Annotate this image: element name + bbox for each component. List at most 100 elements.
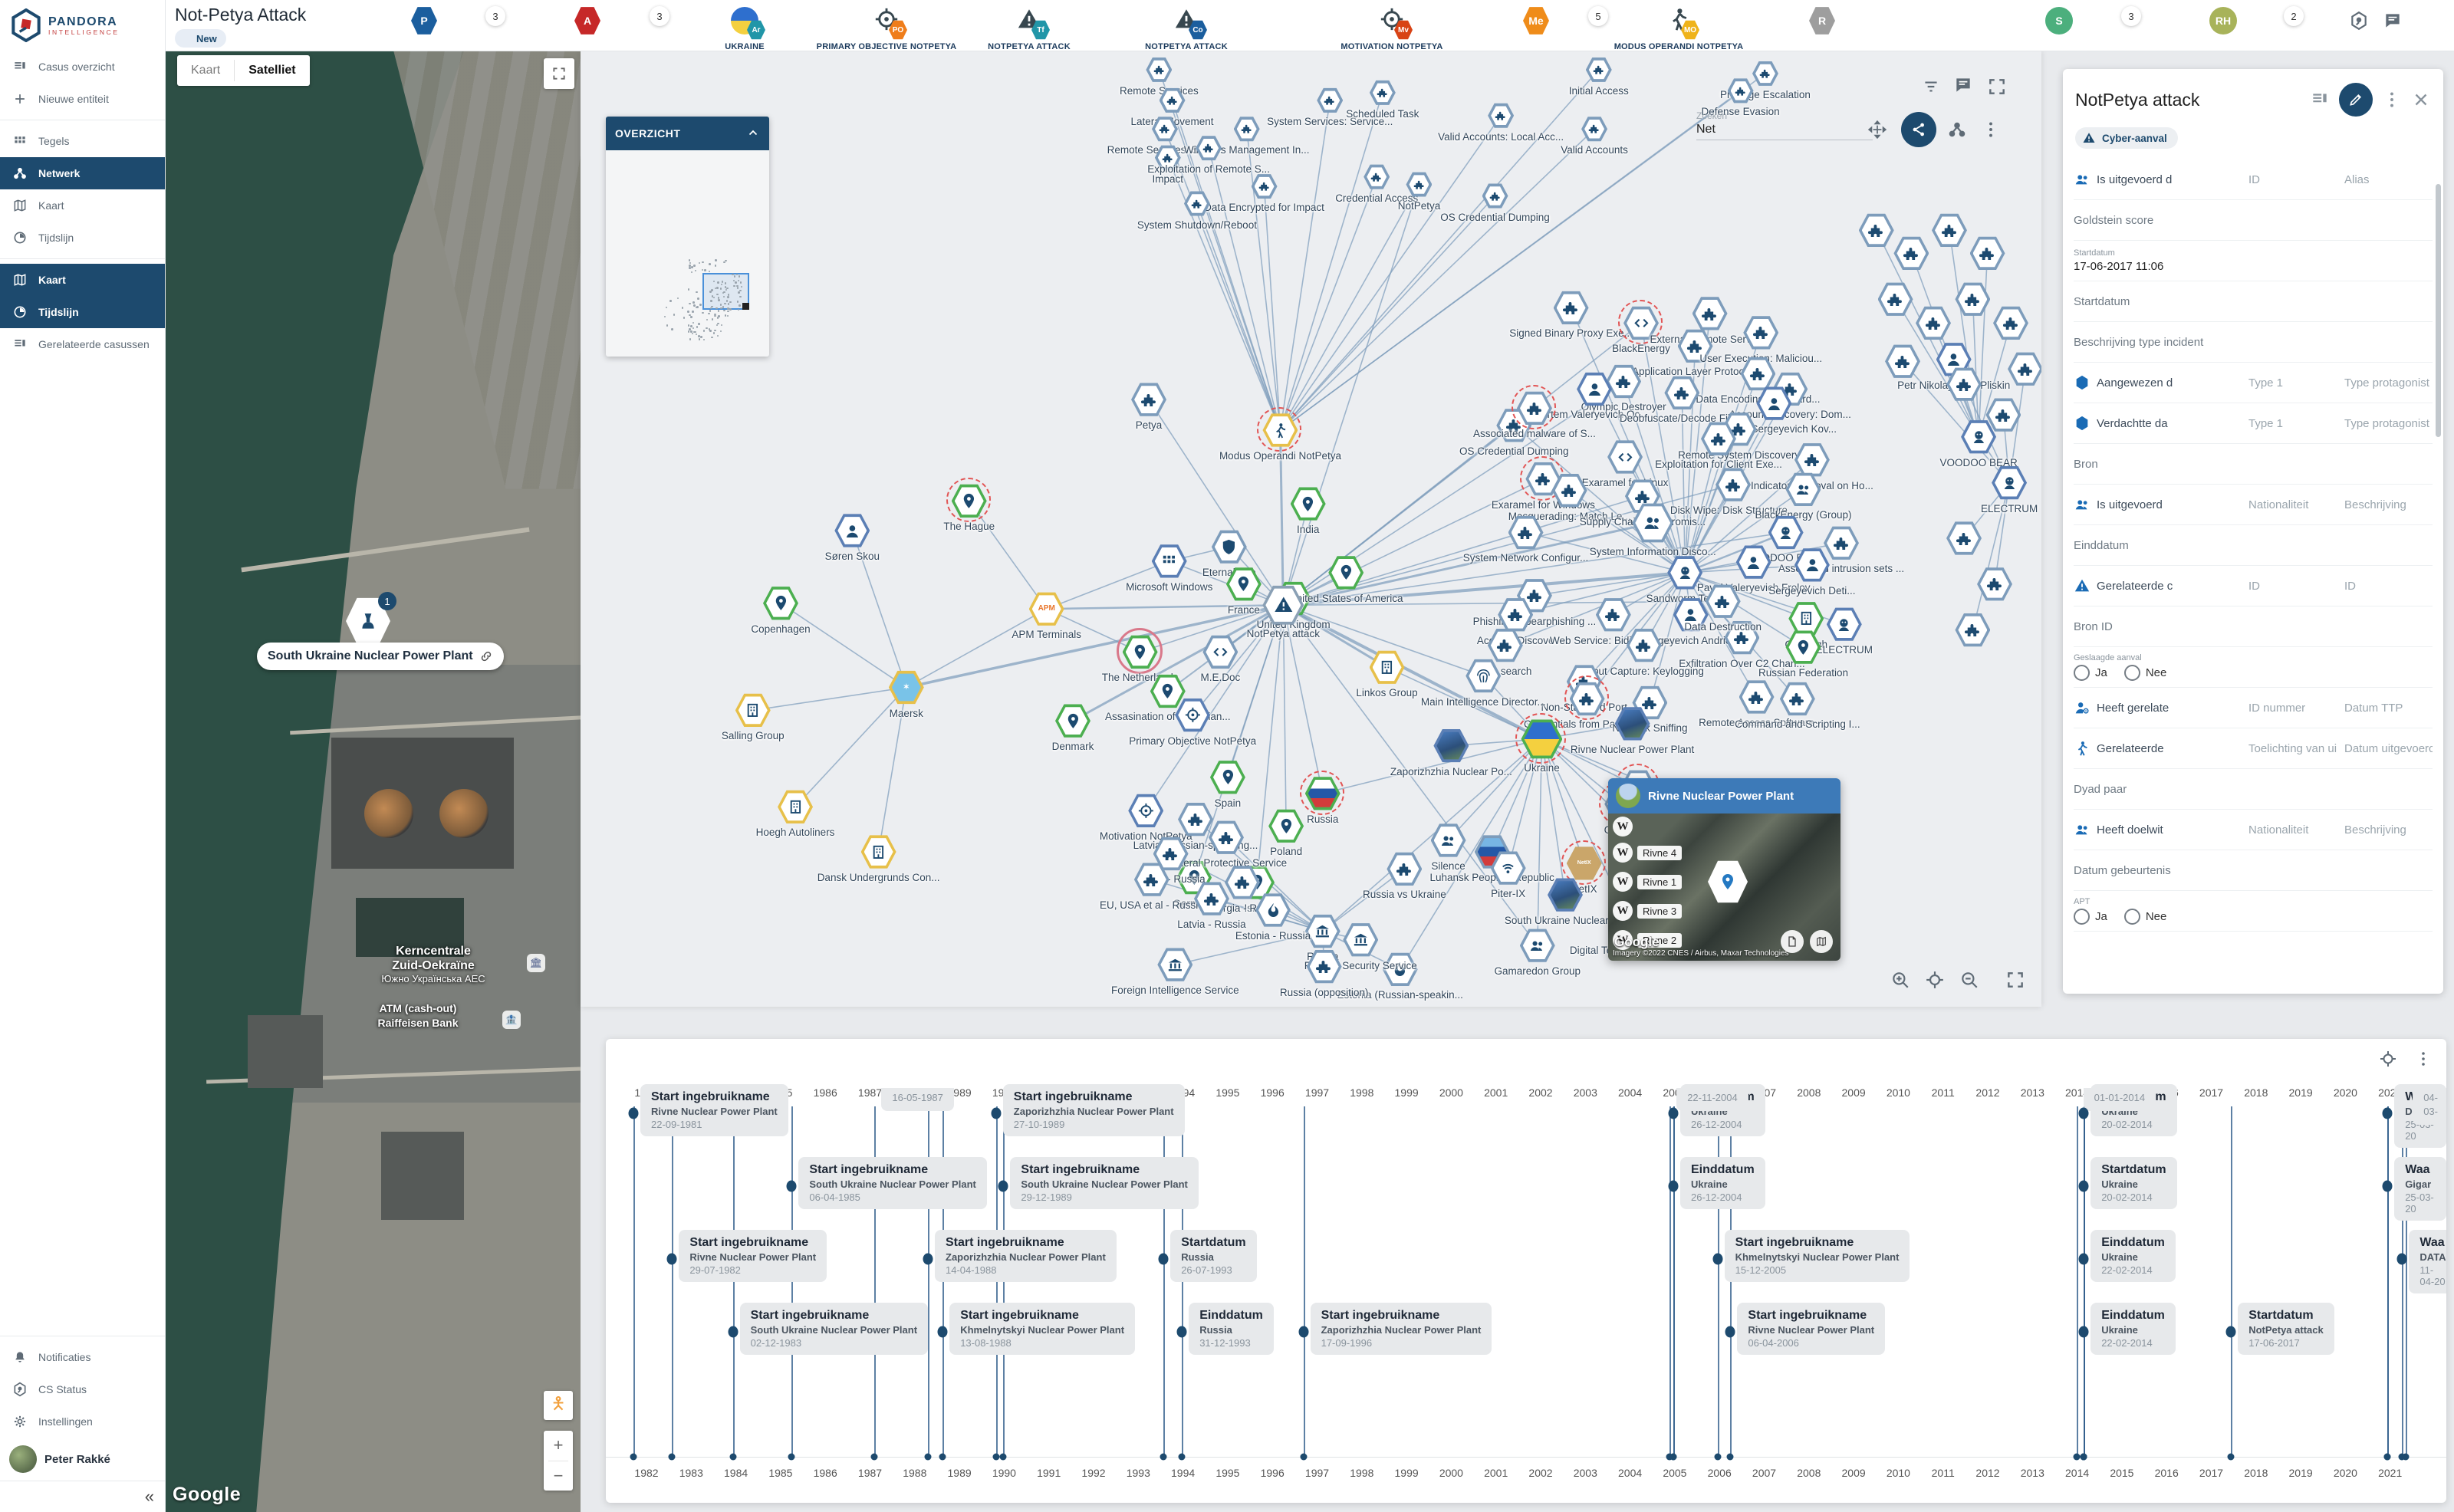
network-node-copenhagen[interactable]: Copenhagen	[763, 586, 798, 621]
network-node[interactable]	[1932, 212, 1967, 248]
network-node-ukraine[interactable]: Ukraine	[1521, 718, 1562, 760]
field-gerelateerde[interactable]: GerelateerdeToelichting van uiDatum uitg…	[2074, 728, 2433, 769]
field-is-uitgevoerd-d[interactable]: Is uitgevoerd dIDAlias	[2074, 159, 2433, 200]
network-panel[interactable]: Remote ServicesInitial AccessPrivilege E…	[581, 51, 2041, 1007]
timeline-event-card[interactable]: EinddatumUkraine22-02-2014	[2091, 1303, 2176, 1355]
timeline-event-card[interactable]: Start ingebruiknameKhmelnytskyi Nuclear …	[949, 1303, 1135, 1355]
field-aangewezen-d[interactable]: Aangewezen dType 1Type protagonist	[2074, 363, 2433, 403]
network-menu-icon[interactable]	[1981, 120, 2001, 140]
network-node-primary-objective-notpetya[interactable]: Primary Objective NotPetya	[1175, 698, 1210, 733]
map-icon[interactable]	[1810, 930, 1833, 953]
timeline-partial-card[interactable]: 22-11-2004	[1676, 1088, 1748, 1111]
network-node-maersk[interactable]: ✶Maersk	[889, 670, 924, 705]
timeline-panel[interactable]: 1982198219831983198419841985198519861986…	[606, 1039, 2446, 1503]
field-heeft-doelwit[interactable]: Heeft doelwitNationaliteitBeschrijving	[2074, 810, 2433, 850]
network-node-piter-ix[interactable]: Piter-IX	[1491, 850, 1526, 886]
network-node-exploitation-of-remote-s-[interactable]: Exploitation of Remote S...	[1196, 135, 1222, 161]
network-node-petya[interactable]: Petya	[1131, 382, 1166, 417]
network-node[interactable]	[1955, 281, 1990, 317]
network-node-anatoliy-sergeyevich-kov-[interactable]: Anatoliy Sergeyevich Kov...	[1756, 386, 1791, 421]
map-toggle-kaart[interactable]: Kaart	[177, 55, 234, 86]
network-node-defense-evasion[interactable]: Defense Evasion	[1728, 77, 1754, 104]
network-node-associated-malware-of-s-[interactable]: Associated malware of S...	[1517, 390, 1552, 426]
network-node-notpetya[interactable]: NotPetya	[1406, 172, 1432, 198]
timeline-fit-icon[interactable]	[2379, 1050, 2397, 1068]
network-node[interactable]	[1859, 212, 1894, 248]
field-geslaagde-aanval[interactable]: Geslaagde aanvalJaNee	[2074, 647, 2433, 688]
network-node-india[interactable]: India	[1291, 486, 1326, 521]
timeline-event-card[interactable]: Start ingebruiknameZaporizhzhia Nuclear …	[935, 1230, 1117, 1282]
network-node-exploitation-for-client-exe-[interactable]: Exploitation for Client Exe...	[1701, 421, 1736, 456]
map-toggle-satelliet[interactable]: Satelliet	[235, 55, 309, 86]
timeline-event-card[interactable]: Start ingebruiknameSouth Ukraine Nuclear…	[740, 1303, 928, 1355]
expand-icon[interactable]	[2005, 970, 2025, 990]
minimap-resize-handle[interactable]	[742, 303, 749, 310]
network-node-credential-access[interactable]: Credential Access	[1364, 164, 1390, 190]
timeline-partial-card[interactable]: 16-05-1987	[881, 1088, 954, 1111]
timeline-event-card[interactable]: WaaDATA11-04-20	[2409, 1230, 2446, 1293]
network-node-m-e-doc[interactable]: M.E.Doc	[1202, 634, 1238, 669]
network-node-s-ren-skou[interactable]: Søren Skou	[834, 513, 870, 548]
map-zoom-out[interactable]: −	[544, 1461, 573, 1491]
zoom-in-icon[interactable]	[1890, 970, 1910, 990]
status-chip[interactable]: New	[175, 29, 226, 48]
overview-minimap[interactable]: OVERZICHT	[606, 117, 769, 357]
network-node-south-ukraine-nuclear-p-[interactable]: South Ukraine Nuclear P...	[1548, 877, 1583, 912]
map-zoom-in[interactable]: +	[544, 1431, 573, 1461]
edit-button[interactable]	[2339, 83, 2373, 117]
wikipedia-marker[interactable]: WRivne 4	[1613, 843, 1682, 863]
network-node-system-services-service-[interactable]: System Services: Service...	[1317, 87, 1343, 113]
network-node-disk-wipe-disk-structure-[interactable]: Disk Wipe: Disk Structure...	[1715, 467, 1751, 502]
network-node-external-remote-services[interactable]: External Remote Services	[1692, 296, 1728, 331]
network-node-estonia-russia[interactable]: Estonia - Russia	[1255, 892, 1291, 928]
radio-nee[interactable]: Nee	[2124, 665, 2167, 681]
network-node-remote-services-smb-[interactable]: Remote Services: SMB...	[1152, 116, 1178, 142]
field-beschrijving-type-incident[interactable]: Beschrijving type incident	[2074, 322, 2433, 363]
sidebar-item-kaart[interactable]: Kaart	[0, 189, 165, 222]
network-node[interactable]	[2008, 351, 2041, 386]
radio-ja[interactable]: Ja	[2074, 665, 2107, 681]
sidebar-item-kaart[interactable]: Kaart	[0, 264, 165, 296]
rivne-popup[interactable]: Rivne Nuclear Power Plant WRivne 4WRivne…	[1608, 778, 1840, 961]
network-node-system-shutdown-reboot[interactable]: System Shutdown/Reboot	[1184, 191, 1210, 217]
entity-r[interactable]: R	[1734, 5, 1910, 37]
network-node[interactable]	[1885, 343, 1920, 379]
map-plant-marker[interactable]: 1	[346, 597, 390, 646]
sidebar-item-netwerk[interactable]: Netwerk	[0, 157, 165, 189]
network-node-microsoft-windows[interactable]: Microsoft Windows	[1152, 544, 1187, 579]
bank-poi-icon[interactable]: 🏛	[527, 954, 545, 972]
field-verdachtte-da[interactable]: Verdachtte daType 1Type protagonist	[2074, 403, 2433, 444]
network-node-remote-services[interactable]: Remote Services	[1146, 57, 1172, 83]
map-fullscreen-button[interactable]	[544, 58, 574, 89]
network-node-gamaredon-group[interactable]: Gamaredon Group	[1520, 928, 1555, 963]
pandora-icon[interactable]	[2349, 11, 2369, 31]
sidebar-item-instellingen[interactable]: Instellingen	[0, 1405, 165, 1438]
timeline-event-card[interactable]: StartdatumRussia26-07-1993	[1170, 1230, 1256, 1282]
timeline-event-card[interactable]: Start ingebruiknameSouth Ukraine Nuclear…	[1010, 1157, 1198, 1209]
network-node-masquerading-match-le-[interactable]: Masquerading: Match Le...	[1552, 473, 1587, 508]
network-node[interactable]	[1970, 235, 2005, 271]
network-search[interactable]: Zoeken Net	[1696, 110, 1873, 140]
fit-view-icon[interactable]	[1925, 970, 1945, 990]
field-einddatum[interactable]: Einddatum	[2074, 525, 2433, 566]
field-goldstein-score[interactable]: Goldstein score	[2074, 200, 2433, 241]
network-node[interactable]	[1977, 567, 2012, 602]
network-node-notpetya-attack[interactable]: NotPetya attack	[1262, 584, 1304, 626]
timeline-event-card[interactable]: EinddatumUkraine22-02-2014	[2091, 1230, 2176, 1282]
network-node-foreign-intelligence-service[interactable]: Foreign Intelligence Service	[1157, 947, 1192, 982]
network-node[interactable]	[1946, 521, 1982, 556]
network-node-data-destruction[interactable]: Data Destruction	[1706, 583, 1741, 619]
panel-scrollbar[interactable]	[2436, 184, 2441, 437]
network-node-the-netherlands[interactable]: The Netherlands	[1123, 634, 1158, 669]
network-node-lateral-movement[interactable]: Lateral Movement	[1160, 87, 1186, 113]
field-bron[interactable]: Bron	[2074, 444, 2433, 485]
network-fullscreen-icon[interactable]	[1987, 77, 2007, 97]
pan-tool-icon[interactable]	[1867, 120, 1887, 140]
network-node-eu-usa-et-al-russia[interactable]: EU, USA et al - Russia	[1134, 862, 1169, 897]
timeline-event-card[interactable]: StartdatumNotPetya attack17-06-2017	[2238, 1303, 2334, 1355]
field-datum-gebeurtenis[interactable]: Datum gebeurtenis	[2074, 850, 2433, 891]
network-node-privilege-escalation[interactable]: Privilege Escalation	[1752, 61, 1778, 87]
timeline-event-card[interactable]: Start ingebruiknameSouth Ukraine Nuclear…	[798, 1157, 986, 1209]
network-node-silence[interactable]: Silence	[1431, 823, 1466, 858]
annotations-icon[interactable]	[1953, 75, 1973, 95]
